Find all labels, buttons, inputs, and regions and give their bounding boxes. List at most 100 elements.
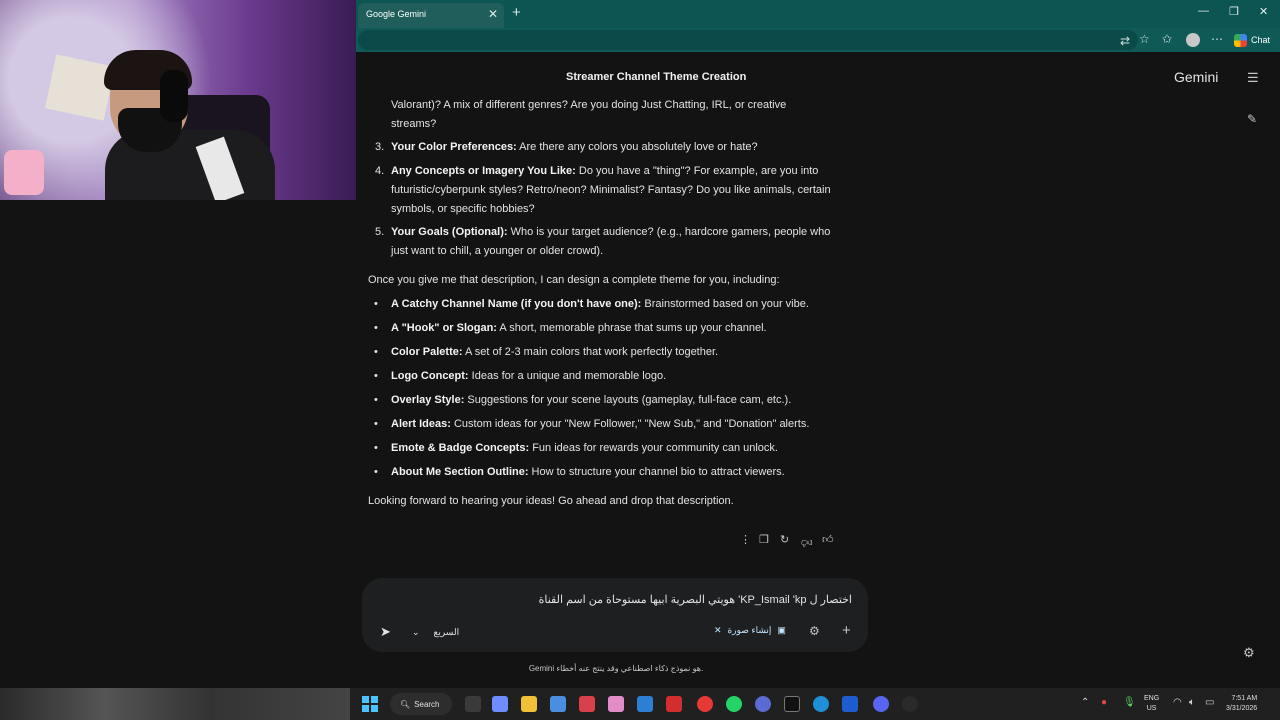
obs-icon[interactable]: [902, 696, 918, 712]
item-number: 3.: [375, 141, 385, 153]
youtube-music-icon[interactable]: [697, 696, 713, 712]
image-icon: ▣: [777, 625, 786, 635]
more-menu-icon[interactable]: ⋯: [1211, 32, 1223, 46]
bullet-label: About Me Section Outline:: [391, 466, 529, 478]
whatsapp-icon[interactable]: [726, 696, 742, 712]
tray-overflow-icon[interactable]: ⌃: [1081, 697, 1089, 708]
bookmark-star-icon[interactable]: ☆: [1139, 32, 1150, 46]
thumbs-down-icon[interactable]: 👍︎: [801, 536, 813, 549]
bullet-text: How to structure your channel bio to att…: [528, 466, 785, 478]
create-image-chip[interactable]: ✕ إنشاء صورة ▣: [714, 625, 786, 636]
vpn-icon[interactable]: [755, 696, 771, 712]
chip-close-icon[interactable]: ✕: [714, 625, 722, 636]
battery-icon[interactable]: ▭: [1205, 697, 1214, 708]
bullet-text: A set of 2-3 main colors that work perfe…: [462, 346, 719, 358]
browser-tab-gemini[interactable]: Google Gemini ✕: [358, 3, 504, 28]
clock-date: 3/31/2026: [1226, 705, 1258, 712]
app-pink-icon[interactable]: [608, 696, 624, 712]
keyboard-layout: US: [1146, 705, 1157, 712]
bullet-list: • A Catchy Channel Name (if you don't hav…: [368, 295, 838, 487]
item-label: Your Goals (Optional):: [391, 226, 508, 238]
language-code: ENG: [1144, 695, 1160, 702]
hamburger-menu-icon[interactable]: ☰: [1247, 70, 1259, 86]
item-label: Your Color Preferences:: [391, 141, 517, 153]
copy-icon[interactable]: ❐: [759, 533, 769, 546]
bullet-item: • Emote & Badge Concepts: Fun ideas for r…: [374, 442, 778, 454]
regenerate-icon[interactable]: ↻: [780, 533, 789, 546]
prompt-input-text[interactable]: هويتي البصرية ابيها مستوحاة من اسم القنا…: [362, 593, 852, 606]
microphone-icon[interactable]: 🎙︎: [1123, 697, 1136, 708]
minimize-icon[interactable]: —: [1198, 5, 1209, 17]
tools-icon[interactable]: ⚙: [809, 624, 820, 638]
address-bar[interactable]: ⇄: [358, 30, 1138, 50]
numbered-item-5: 5. Your Goals (Optional): Who is your ta…: [375, 223, 845, 261]
copilot-icon: [1234, 33, 1247, 47]
settings-icon[interactable]: ⚙: [1243, 645, 1255, 661]
numbered-item-4: 4. Any Concepts or Imagery You Like: Do …: [375, 162, 845, 219]
taskbar-wallpaper-strip: [0, 688, 350, 720]
app-red-icon[interactable]: [579, 696, 595, 712]
send-icon[interactable]: ➤: [380, 624, 391, 640]
copilot-chat-button[interactable]: Chat: [1234, 32, 1270, 48]
bullet-item: • Logo Concept: Ideas for a unique and me…: [374, 370, 667, 382]
close-window-icon[interactable]: ✕: [1259, 5, 1268, 18]
bing-icon[interactable]: [842, 696, 858, 712]
tab-title: Google Gemini: [366, 9, 427, 19]
chat-label: Chat: [1251, 35, 1271, 45]
system-clock[interactable]: 7:51 AM 3/31/2026: [1226, 694, 1257, 714]
translate-icon[interactable]: ⇄: [1120, 34, 1130, 48]
copilot-app-icon[interactable]: [492, 696, 508, 712]
bullet-item: • A Catchy Channel Name (if you don't hav…: [374, 298, 809, 310]
wifi-icon[interactable]: ◠: [1173, 697, 1182, 708]
conversation-title[interactable]: Streamer Channel Theme Creation: [566, 71, 746, 83]
prompt-input-box[interactable]: هويتي البصرية ابيها مستوحاة من اسم القنا…: [362, 578, 868, 652]
search-label: Search: [414, 699, 440, 709]
restore-icon[interactable]: ❐: [1229, 5, 1239, 18]
continued-line: Valorant)? A mix of different genres? Ar…: [391, 99, 787, 111]
task-view-icon[interactable]: [465, 696, 481, 712]
new-tab-button[interactable]: +: [512, 4, 521, 21]
item-text: Who is your target audience? (e.g., hard…: [507, 226, 831, 238]
x-app-icon[interactable]: [784, 696, 800, 712]
profile-avatar[interactable]: [1186, 33, 1200, 47]
input-language[interactable]: ENG US: [1144, 694, 1159, 714]
bullet-label: Alert Ideas:: [391, 418, 451, 430]
file-explorer-icon[interactable]: [521, 696, 537, 712]
mail-icon[interactable]: [637, 696, 653, 712]
bullet-item: • Color Palette: A set of 2-3 main colors…: [374, 346, 719, 358]
app-l-icon[interactable]: [666, 696, 682, 712]
model-picker[interactable]: ⌄ السريع: [412, 627, 459, 638]
intro-paragraph: Once you give me that description, I can…: [368, 274, 780, 286]
volume-icon[interactable]: 🔈︎: [1189, 697, 1195, 708]
edge-icon[interactable]: [813, 696, 829, 712]
taskbar-search[interactable]: 🔍︎ Search: [390, 693, 452, 715]
tab-close-icon[interactable]: ✕: [488, 7, 498, 21]
disclaimer-text: Gemini هو نموذج ذكاء اصطناعي وقد ينتج عن…: [528, 664, 704, 673]
bullet-item: • Alert Ideas: Custom ideas for your "New…: [374, 418, 810, 430]
new-chat-edit-icon[interactable]: ✎: [1247, 112, 1257, 126]
more-options-icon[interactable]: ⋮: [740, 533, 751, 546]
start-button[interactable]: [362, 696, 378, 712]
item-text-line: futuristic/cyberpunk styles? Retro/neon?…: [391, 184, 831, 196]
chevron-down-icon: ⌄: [412, 627, 420, 637]
discord-icon[interactable]: [873, 696, 889, 712]
item-number: 5.: [375, 226, 385, 238]
gemini-brand: Gemini: [1174, 69, 1219, 85]
add-attachment-icon[interactable]: +: [842, 622, 851, 639]
thumbs-up-icon[interactable]: 👍︎: [822, 533, 834, 546]
bullet-label: A Catchy Channel Name (if you don't have…: [391, 298, 642, 310]
chip-label: إنشاء صورة: [727, 625, 772, 635]
bullet-text: Brainstormed based on your vibe.: [641, 298, 809, 310]
bullet-label: A "Hook" or Slogan:: [391, 322, 497, 334]
bullet-text: Custom ideas for your "New Follower," "N…: [450, 418, 810, 430]
favorites-icon[interactable]: ✩: [1162, 32, 1172, 46]
closing-paragraph: Looking forward to hearing your ideas! G…: [368, 495, 734, 507]
bullet-text: Ideas for a unique and memorable logo.: [468, 370, 667, 382]
numbered-item-3: 3. Your Color Preferences: Are there any…: [375, 138, 845, 157]
tray-record-icon[interactable]: ●: [1101, 697, 1107, 708]
store-icon[interactable]: [550, 696, 566, 712]
bullet-text: Fun ideas for rewards your community can…: [529, 442, 778, 454]
bullet-label: Emote & Badge Concepts:: [391, 442, 530, 454]
item-text-line: just want to chill, a younger or older c…: [391, 245, 604, 257]
clock-time: 7:51 AM: [1231, 695, 1258, 702]
